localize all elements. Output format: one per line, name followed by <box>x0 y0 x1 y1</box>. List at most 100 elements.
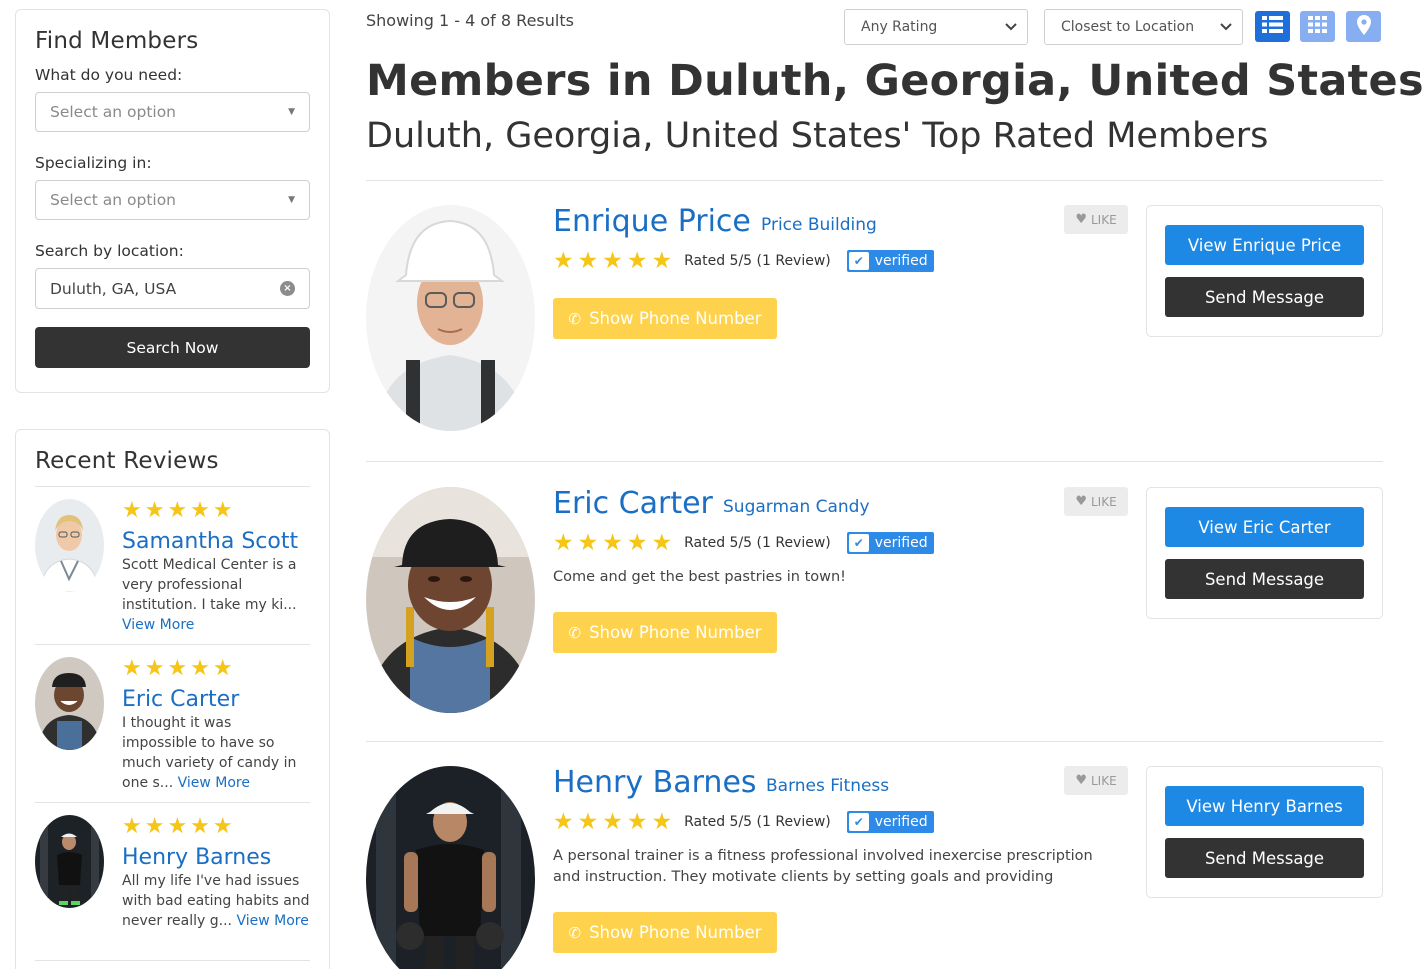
member-actions: View Enrique Price Send Message <box>1146 205 1383 337</box>
specializing-select-placeholder: Select an option <box>50 191 177 209</box>
clear-icon[interactable]: × <box>280 281 295 296</box>
review-author-link[interactable]: Henry Barnes <box>122 845 310 871</box>
heart-icon: ♥ <box>1075 773 1087 788</box>
view-profile-button[interactable]: View Eric Carter <box>1165 507 1364 547</box>
review-stars: ★★★★★ <box>122 814 236 839</box>
caret-down-icon: ▼ <box>288 195 295 205</box>
specializing-label: Specializing in: <box>35 154 152 172</box>
results-count: Showing 1 - 4 of 8 Results <box>366 11 574 30</box>
member-actions: View Eric Carter Send Message <box>1146 487 1383 619</box>
review-text: Scott Medical Center is a very professio… <box>122 555 310 635</box>
show-phone-button[interactable]: ✆ Show Phone Number <box>553 912 777 953</box>
member-company-link[interactable]: Barnes Fitness <box>766 776 889 796</box>
view-more-link[interactable]: View More <box>122 617 194 633</box>
need-label: What do you need: <box>35 66 183 84</box>
rating-filter-select[interactable]: Any Rating <box>844 9 1028 45</box>
verified-label: verified <box>874 814 928 830</box>
find-members-title: Find Members <box>35 28 199 54</box>
rating-text: Rated 5/5 (1 Review) <box>684 814 831 830</box>
sort-select-value: Closest to Location <box>1061 19 1195 35</box>
rating-stars: ★★★★★ <box>553 809 677 835</box>
like-label: LIKE <box>1090 494 1117 509</box>
show-phone-button[interactable]: ✆ Show Phone Number <box>553 298 777 339</box>
member-photo[interactable] <box>366 205 535 431</box>
like-button[interactable]: ♥ LIKE <box>1064 205 1128 234</box>
chevron-down-icon <box>1220 20 1232 34</box>
member-rating: ★★★★★ Rated 5/5 (1 Review) ✔ verified <box>553 531 934 555</box>
member-name-link[interactable]: Eric Carter <box>553 486 713 521</box>
show-phone-label: Show Phone Number <box>589 923 762 942</box>
avatar[interactable] <box>35 815 104 908</box>
divider <box>366 461 1383 462</box>
verified-badge: ✔ verified <box>846 250 934 272</box>
review-item: ★★★★★ Samantha Scott Scott Medical Cente… <box>35 487 310 645</box>
verified-label: verified <box>874 253 928 269</box>
grid-view-icon <box>1308 16 1327 37</box>
review-stars: ★★★★★ <box>122 498 236 523</box>
specializing-select[interactable]: Select an option ▼ <box>35 180 310 220</box>
member-description: Come and get the best pastries in town! <box>553 569 846 585</box>
member-rating: ★★★★★ Rated 5/5 (1 Review) ✔ verified <box>553 810 934 834</box>
send-message-button[interactable]: Send Message <box>1165 838 1364 878</box>
check-icon: ✔ <box>848 534 869 552</box>
like-button[interactable]: ♥ LIKE <box>1064 487 1128 516</box>
show-phone-button[interactable]: ✆ Show Phone Number <box>553 612 777 653</box>
review-excerpt: Scott Medical Center is a very professio… <box>122 557 297 613</box>
search-now-button[interactable]: Search Now <box>35 327 310 368</box>
member-name-link[interactable]: Henry Barnes <box>553 765 757 800</box>
member-company-link[interactable]: Sugarman Candy <box>723 497 870 517</box>
page-subtitle: Duluth, Georgia, United States' Top Rate… <box>366 116 1269 156</box>
rating-stars: ★★★★★ <box>553 530 677 556</box>
review-author-link[interactable]: Eric Carter <box>122 687 310 713</box>
view-profile-button[interactable]: View Henry Barnes <box>1165 786 1364 826</box>
member-rating: ★★★★★ Rated 5/5 (1 Review) ✔ verified <box>553 249 934 273</box>
check-icon: ✔ <box>848 813 869 831</box>
send-message-button[interactable]: Send Message <box>1165 559 1364 599</box>
verified-badge: ✔ verified <box>846 811 934 833</box>
location-label: Search by location: <box>35 242 184 260</box>
recent-reviews-title: Recent Reviews <box>35 448 310 487</box>
verified-badge: ✔ verified <box>846 532 934 554</box>
divider <box>366 180 1383 181</box>
need-select[interactable]: Select an option ▼ <box>35 92 310 132</box>
find-members-panel: Find Members What do you need: Select an… <box>15 9 330 393</box>
location-input-value: Duluth, GA, USA <box>50 279 177 298</box>
avatar[interactable] <box>35 499 104 592</box>
send-message-button[interactable]: Send Message <box>1165 277 1364 317</box>
map-view-icon <box>1356 14 1371 39</box>
review-stars: ★★★★★ <box>122 656 236 681</box>
recent-reviews-panel: Recent Reviews ★★★★★ Samantha Scott Scot… <box>15 429 330 969</box>
view-more-link[interactable]: View More <box>178 775 250 791</box>
check-icon: ✔ <box>848 252 869 270</box>
phone-icon: ✆ <box>568 623 582 642</box>
divider <box>366 741 1383 742</box>
review-text: I thought it was impossible to have so m… <box>122 713 310 793</box>
need-select-placeholder: Select an option <box>50 103 177 121</box>
review-author-link[interactable]: Samantha Scott <box>122 529 310 555</box>
rating-stars: ★★★★★ <box>553 248 677 274</box>
sort-select[interactable]: Closest to Location <box>1044 9 1243 45</box>
like-label: LIKE <box>1090 773 1117 788</box>
like-label: LIKE <box>1090 212 1117 227</box>
member-company-link[interactable]: Price Building <box>761 215 877 235</box>
member-actions: View Henry Barnes Send Message <box>1146 766 1383 898</box>
member-photo[interactable] <box>366 487 535 713</box>
heart-icon: ♥ <box>1075 494 1087 509</box>
view-profile-button[interactable]: View Enrique Price <box>1165 225 1364 265</box>
list-view-button[interactable] <box>1255 11 1290 42</box>
caret-down-icon: ▼ <box>288 107 295 117</box>
review-item: ★★★★★ Henry Barnes All my life I've had … <box>35 803 310 961</box>
grid-view-button[interactable] <box>1300 11 1335 42</box>
map-view-button[interactable] <box>1346 11 1381 42</box>
phone-icon: ✆ <box>568 309 582 328</box>
member-name-link[interactable]: Enrique Price <box>553 204 751 239</box>
like-button[interactable]: ♥ LIKE <box>1064 766 1128 795</box>
view-more-link[interactable]: View More <box>236 913 308 929</box>
location-input[interactable]: Duluth, GA, USA × <box>35 268 310 309</box>
heart-icon: ♥ <box>1075 212 1087 227</box>
review-text: All my life I've had issues with bad eat… <box>122 871 310 931</box>
member-photo[interactable] <box>366 766 535 969</box>
avatar[interactable] <box>35 657 104 750</box>
rating-text: Rated 5/5 (1 Review) <box>684 253 831 269</box>
member-description: A personal trainer is a fitness professi… <box>553 848 1093 885</box>
